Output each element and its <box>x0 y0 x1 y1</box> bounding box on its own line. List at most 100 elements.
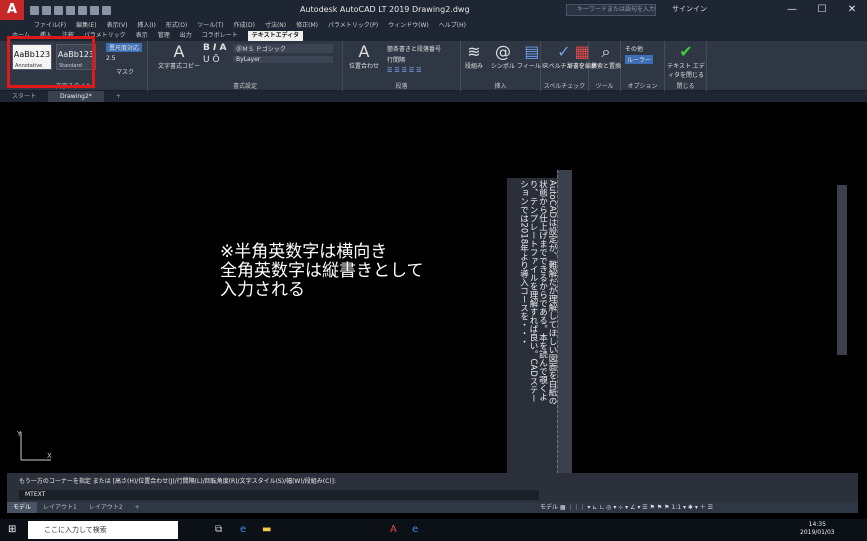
bold-italic-icons[interactable]: B I A <box>203 43 226 53</box>
navigation-bar[interactable] <box>837 185 847 355</box>
mtext-content[interactable]: ※半角英数字は横向き 全角英数字は縦書きとして 入力される <box>220 243 424 300</box>
spell-group: ✓ スペルチェック ▦ 辞書を編集 スペルチェック <box>541 41 597 91</box>
command-prompt: もう一方のコーナーを指定 または [高さ(H)/位置合わせ(J)/行間隔(L)/… <box>19 478 336 485</box>
columns-icon: ≋ <box>467 42 481 61</box>
tab-manage[interactable]: 管理 <box>158 31 170 41</box>
tab-drawing2[interactable]: Drawing2* <box>48 91 104 102</box>
tab-layout1[interactable]: レイアウト1 <box>37 502 83 513</box>
quick-access-toolbar <box>30 5 111 15</box>
title-bar: A Autodesk AutoCAD LT 2019 Drawing2.dwg … <box>0 0 867 20</box>
status-bar-toggles[interactable]: モデル ▦ ⋮⋮⋮ ▾ ⊾ ∟ ◎ ▾ ⊹ ▾ ∠ ▾ ☰ ⚑ ⚑ ⚑ 1:1 … <box>540 502 858 513</box>
menu-insert[interactable]: 挿入(I) <box>137 20 155 31</box>
system-clock[interactable]: 14:35 2019/01/03 <box>800 521 835 537</box>
menu-dimension[interactable]: 寸法(N) <box>265 20 286 31</box>
mtext-line: 全角英数字は縦書きとして <box>220 261 424 281</box>
alignment-icons[interactable]: ☰ ☰ ☰ ☰ ☰ <box>387 67 422 74</box>
vertical-mtext-content[interactable]: AutoCADは設定が、難解だが理解してほしい図面を白紙の状態から仕上げまででき… <box>510 180 558 410</box>
text-height-field[interactable]: 2.5 <box>106 55 116 62</box>
spell-group-label: スペルチェック <box>543 83 586 90</box>
insert-group: ≋ 段組み @ シンボル ▤ フィールド 挿入 <box>461 41 547 91</box>
font-select[interactable]: ＠ＭＳ Ｐゴシック <box>233 44 333 53</box>
saveas-icon[interactable] <box>66 5 75 15</box>
minimize-button[interactable]: — <box>777 0 807 20</box>
annotative-toggle[interactable]: 異尺度対応 <box>106 43 143 52</box>
close-group: ✔ テキスト エディタを閉じる 閉じる <box>665 41 707 91</box>
menu-modify[interactable]: 修正(M) <box>296 20 318 31</box>
save-icon[interactable] <box>54 5 63 15</box>
task-view-icon[interactable]: ⧉ <box>215 524 222 535</box>
tab-collaborate[interactable]: コラボレート <box>202 31 238 41</box>
application-menu-button[interactable]: A <box>0 0 24 20</box>
menu-parametric[interactable]: パラメトリック(P) <box>328 20 378 31</box>
mtext-ruler[interactable] <box>557 170 572 473</box>
line-spacing-button[interactable]: 行間隔 <box>387 55 405 64</box>
windows-taskbar: ⊞ ここに入力して検索 ⧉ e ▬ A e 14:35 2019/01/03 <box>0 519 867 541</box>
edge-browser-icon[interactable]: e <box>240 524 246 535</box>
menu-view[interactable]: 表示(V) <box>107 20 128 31</box>
more-options-button[interactable]: その他 <box>625 44 643 53</box>
options-group: その他 ルーラー オプション <box>621 41 665 91</box>
format-group: A 文字書式コピー B I A U Ō ＠ＭＳ Ｐゴシック ByLayer 書式設… <box>148 41 343 91</box>
ie-browser-icon[interactable]: e <box>412 524 418 535</box>
tools-group: ⌕ 検索と置換 ツール <box>589 41 621 91</box>
match-format-button[interactable]: A 文字書式コピー <box>158 43 200 71</box>
new-tab-button[interactable]: + <box>104 91 133 102</box>
close-text-editor-button[interactable]: ✔ テキスト エディタを閉じる <box>667 42 705 80</box>
file-explorer-icon[interactable]: ▬ <box>262 524 271 535</box>
tab-layout2[interactable]: レイアウト2 <box>83 502 129 513</box>
justify-button[interactable]: A 位置合わせ <box>349 43 379 71</box>
command-input[interactable]: MTEXT <box>19 490 539 500</box>
format-group-label: 書式設定 <box>232 83 257 90</box>
undo-icon[interactable] <box>90 5 99 15</box>
close-button[interactable]: ✕ <box>837 0 867 20</box>
paragraph-group: A 位置合わせ 箇条書きと段落番号 行間隔 ☰ ☰ ☰ ☰ ☰ 段落 <box>343 41 461 91</box>
checkmark-icon: ✔ <box>679 42 693 61</box>
ruler-toggle[interactable]: ルーラー <box>625 55 654 64</box>
command-line: もう一方のコーナーを指定 または [高さ(H)/位置合わせ(J)/行間隔(L)/… <box>7 473 858 502</box>
menu-format[interactable]: 形式(O) <box>166 20 187 31</box>
bullets-button[interactable]: 箇条書きと段落番号 <box>387 44 441 53</box>
paragraph-group-label: 段落 <box>395 83 408 90</box>
windows-start-icon[interactable]: ⊞ <box>8 524 16 535</box>
drawing-canvas[interactable] <box>7 102 858 473</box>
menu-window[interactable]: ウィンドウ(W) <box>388 20 429 31</box>
add-layout-button[interactable]: + <box>129 502 146 513</box>
redo-icon[interactable] <box>102 5 111 15</box>
tab-start[interactable]: スタート <box>0 91 48 102</box>
ucs-icon: Y X <box>17 430 52 461</box>
open-icon[interactable] <box>42 5 51 15</box>
plot-icon[interactable] <box>78 5 87 15</box>
maximize-button[interactable]: ☐ <box>807 0 837 20</box>
symbol-button[interactable]: @ シンボル <box>491 42 515 71</box>
search-input[interactable]: キーワードまたは語句を入力 <box>566 4 656 16</box>
taskbar-search-input[interactable]: ここに入力して検索 <box>28 521 178 539</box>
close-group-label: 閉じる <box>676 83 695 90</box>
axis-x-label: X <box>47 452 52 460</box>
menu-tools[interactable]: ツール(T) <box>197 20 223 31</box>
menu-file[interactable]: ファイル(F) <box>34 20 66 31</box>
at-symbol-icon: @ <box>495 42 511 61</box>
menu-help[interactable]: ヘルプ(H) <box>439 20 466 31</box>
tab-view[interactable]: 表示 <box>136 31 148 41</box>
mtext-line: ※半角英数字は横向き <box>220 242 388 262</box>
menu-bar: ファイル(F) 編集(E) 表示(V) 挿入(I) 形式(O) ツール(T) 作… <box>0 20 867 31</box>
mask-button[interactable]: マスク <box>116 67 134 76</box>
tab-output[interactable]: 出力 <box>180 31 192 41</box>
new-icon[interactable] <box>30 5 39 15</box>
find-replace-button[interactable]: ⌕ 検索と置換 <box>591 43 621 71</box>
document-tabs: スタート Drawing2* + <box>0 91 867 102</box>
autocad-taskbar-icon[interactable]: A <box>390 524 397 535</box>
underline-overline-icons[interactable]: U Ō <box>203 55 220 65</box>
tab-text-editor[interactable]: テキストエディタ <box>247 31 304 41</box>
signin-button[interactable]: サインイン <box>672 4 707 14</box>
ribbon-tab-bar: ホーム 挿入 注釈 パラメトリック 表示 管理 出力 コラボレート テキストエデ… <box>0 31 867 41</box>
options-group-label: オプション <box>627 83 658 90</box>
insert-group-label: 挿入 <box>494 83 507 90</box>
mtext-line: 入力される <box>220 280 305 300</box>
tab-model[interactable]: モデル <box>7 502 38 513</box>
menu-edit[interactable]: 編集(E) <box>76 20 96 31</box>
color-select[interactable]: ByLayer <box>233 56 333 63</box>
axis-y-label: Y <box>17 430 22 438</box>
columns-button[interactable]: ≋ 段組み <box>465 42 483 71</box>
menu-draw[interactable]: 作成(D) <box>234 20 255 31</box>
